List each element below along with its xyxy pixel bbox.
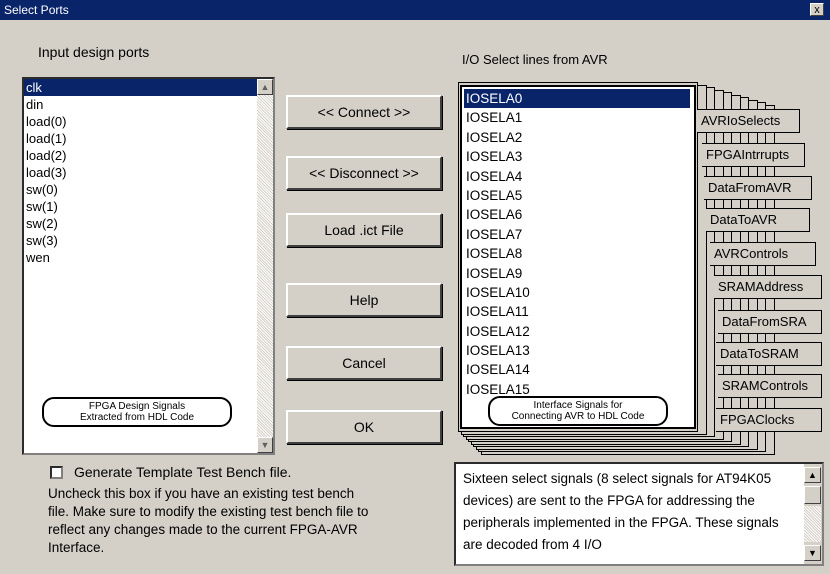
scroll-down-icon[interactable]: ▼ (804, 545, 821, 561)
list-item[interactable]: IOSELA9 (464, 264, 690, 283)
list-item[interactable]: IOSELA10 (464, 283, 690, 302)
close-icon: x (814, 4, 820, 16)
list-item[interactable]: IOSELA0 (464, 89, 690, 109)
close-button[interactable]: x (810, 3, 824, 16)
scroll-down-icon[interactable]: ▼ (257, 437, 273, 453)
list-item[interactable]: load(2) (24, 147, 257, 164)
list-item[interactable]: IOSELA3 (464, 147, 690, 166)
tab-datafromsra[interactable]: DataFromSRA (718, 310, 822, 334)
list-item[interactable]: load(3) (24, 164, 257, 181)
description-scrollbar[interactable]: ▲ ▼ (804, 464, 822, 564)
list-item[interactable]: IOSELA6 (464, 205, 690, 224)
tab-sramcontrols[interactable]: SRAMControls (718, 374, 822, 398)
list-item[interactable]: IOSELA4 (464, 167, 690, 186)
list-item[interactable]: clk (24, 79, 257, 96)
list-item[interactable]: IOSELA5 (464, 186, 690, 205)
input-ports-scrollbar[interactable]: ▲ ▼ (257, 79, 273, 453)
list-item[interactable]: IOSELA8 (464, 244, 690, 263)
list-item[interactable]: sw(2) (24, 215, 257, 232)
connect-button[interactable]: << Connect >> (286, 95, 442, 129)
cancel-button[interactable]: Cancel (286, 346, 442, 380)
scroll-thumb[interactable] (804, 486, 821, 504)
title-bar: Select Ports x (0, 0, 830, 20)
input-ports-list[interactable]: clk din load(0) load(1) load(2) load(3) sw(0) s… (22, 77, 275, 455)
scroll-up-icon[interactable]: ▲ (804, 467, 821, 483)
tab-datatoavr[interactable]: DataToAVR (706, 208, 810, 232)
help-button[interactable]: Help (286, 283, 442, 317)
input-ports-header: Input design ports (38, 44, 150, 60)
window-title: Select Ports (4, 3, 69, 17)
io-caption-line2: Connecting AVR to HDL Code (511, 411, 645, 422)
io-caption-line1: Interface Signals for (533, 400, 623, 411)
list-item[interactable]: wen (24, 249, 257, 266)
list-item[interactable]: IOSELA1 (464, 108, 690, 127)
tab-datatosram[interactable]: DataToSRAM (716, 342, 822, 366)
list-item[interactable]: load(1) (24, 130, 257, 147)
input-caption-line2: Extracted from HDL Code (79, 412, 195, 423)
disconnect-button[interactable]: << Disconnect >> (286, 156, 442, 190)
list-item[interactable]: sw(0) (24, 181, 257, 198)
list-item[interactable]: sw(1) (24, 198, 257, 215)
io-select-caption: Interface Signals for Connecting AVR to … (488, 396, 668, 426)
description-box[interactable]: Sixteen select signals (8 select signals… (454, 462, 824, 566)
input-ports-caption: FPGA Design Signals Extracted from HDL C… (42, 397, 232, 427)
scroll-up-icon[interactable]: ▲ (257, 79, 273, 95)
io-select-list[interactable]: IOSELA0 IOSELA1 IOSELA2 IOSELA3 IOSELA4 IOSEL… (460, 85, 696, 429)
list-item[interactable]: IOSELA12 (464, 322, 690, 341)
io-select-header: I/O Select lines from AVR (462, 52, 608, 67)
testbench-note: Uncheck this box if you have an existing… (48, 486, 369, 555)
input-caption-line1: FPGA Design Signals (88, 401, 186, 412)
tab-avrcontrols[interactable]: AVRControls (710, 242, 816, 266)
list-item[interactable]: IOSELA2 (464, 128, 690, 147)
tab-avrioselects[interactable]: AVRIoSelects (697, 109, 800, 133)
description-text: Sixteen select signals (8 select signals… (463, 471, 779, 552)
list-item[interactable]: sw(3) (24, 232, 257, 249)
list-item[interactable]: IOSELA14 (464, 360, 690, 379)
io-select-items: IOSELA0 IOSELA1 IOSELA2 IOSELA3 IOSELA4 IOSEL… (464, 89, 690, 399)
list-item[interactable]: load(0) (24, 113, 257, 130)
list-item[interactable]: IOSELA13 (464, 341, 690, 360)
list-item[interactable]: din (24, 96, 257, 113)
load-ict-button[interactable]: Load .ict File (286, 213, 442, 247)
ok-button[interactable]: OK (286, 410, 442, 444)
generate-testbench-label: Generate Template Test Bench file. (74, 464, 292, 480)
tab-fpgaclocks[interactable]: FPGAClocks (716, 408, 822, 432)
tab-sramaddress[interactable]: SRAMAddress (714, 275, 822, 299)
generate-testbench-checkbox[interactable] (50, 466, 63, 479)
input-ports-items: clk din load(0) load(1) load(2) load(3) sw(0) s… (24, 79, 257, 266)
scroll-track[interactable] (804, 506, 821, 542)
list-item[interactable]: IOSELA11 (464, 302, 690, 321)
tab-datafromavr[interactable]: DataFromAVR (704, 176, 812, 200)
list-item[interactable]: IOSELA7 (464, 225, 690, 244)
tab-fpgaintrrupts[interactable]: FPGAIntrrupts (702, 143, 805, 167)
